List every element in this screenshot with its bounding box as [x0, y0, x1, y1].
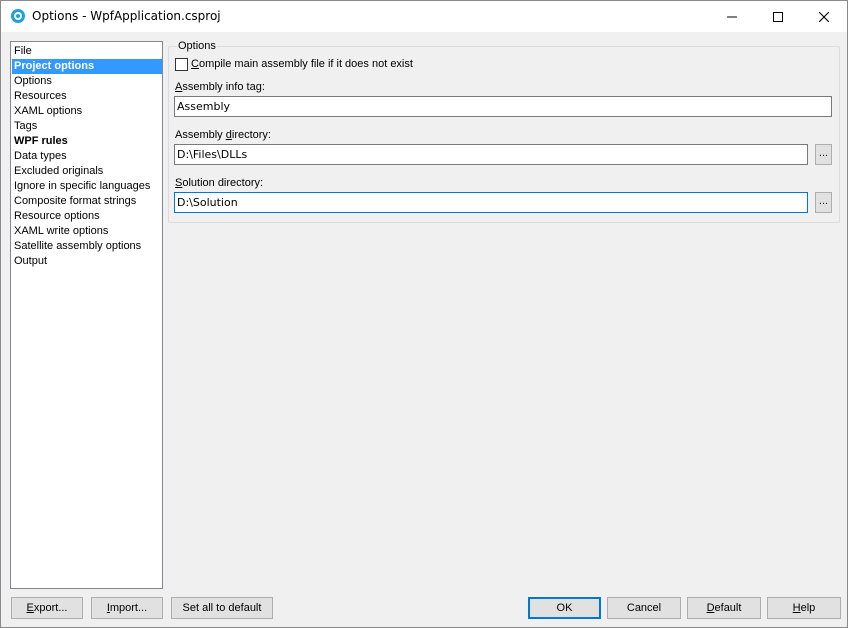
tree-item-ignore-languages[interactable]: Ignore in specific languages [12, 179, 162, 194]
solution-directory-label: Solution directory: [175, 177, 264, 189]
compile-main-assembly-label[interactable]: Compile main assembly file if it does no… [191, 58, 413, 70]
tree-item-wpf-rules[interactable]: WPF rules [12, 134, 162, 149]
tree-item-resource-options[interactable]: Resource options [12, 209, 162, 224]
ok-button[interactable]: OK [528, 597, 601, 619]
close-button[interactable] [801, 1, 847, 32]
minimize-button[interactable] [709, 1, 755, 32]
tree-item-composite-format[interactable]: Composite format strings [12, 194, 162, 209]
close-icon [819, 11, 829, 22]
tree-item-satellite-assembly[interactable]: Satellite assembly options [12, 239, 162, 254]
cancel-button[interactable]: Cancel [607, 597, 681, 619]
tree-item-output[interactable]: Output [12, 254, 162, 269]
tree-item-excluded-originals[interactable]: Excluded originals [12, 164, 162, 179]
title-bar: Options - WpfApplication.csproj [1, 1, 847, 32]
compile-main-assembly-checkbox[interactable] [175, 58, 188, 71]
set-all-to-default-button[interactable]: Set all to default [171, 597, 273, 619]
tree-item-data-types[interactable]: Data types [12, 149, 162, 164]
default-button[interactable]: Default [687, 597, 761, 619]
options-group-title: Options [177, 40, 217, 52]
options-dialog: Options - WpfApplication.csproj File Pro… [0, 0, 848, 628]
assembly-directory-label: Assembly directory: [175, 129, 271, 141]
assembly-info-label: Assembly info tag: [175, 81, 265, 93]
import-button[interactable]: Import... [91, 597, 163, 619]
maximize-icon [773, 11, 783, 22]
tree-item-project-options[interactable]: Project options [12, 59, 162, 74]
app-icon [11, 9, 25, 23]
tree-item-options[interactable]: Options [12, 74, 162, 89]
tree-item-file[interactable]: File [12, 44, 162, 59]
tree-item-xaml-options[interactable]: XAML options [12, 104, 162, 119]
assembly-directory-input[interactable]: D:\Files\DLLs [174, 144, 808, 165]
assembly-directory-browse-button[interactable]: ... [815, 144, 832, 165]
tree-item-resources[interactable]: Resources [12, 89, 162, 104]
minimize-icon [727, 16, 737, 17]
tree-item-tags[interactable]: Tags [12, 119, 162, 134]
assembly-info-input[interactable]: Assembly [174, 96, 832, 117]
export-button[interactable]: Export... [11, 597, 83, 619]
window-title: Options - WpfApplication.csproj [32, 9, 221, 23]
maximize-button[interactable] [755, 1, 801, 32]
options-tree[interactable]: File Project options Options Resources X… [10, 41, 163, 589]
solution-directory-input[interactable]: D:\Solution [174, 192, 808, 213]
tree-item-xaml-write-options[interactable]: XAML write options [12, 224, 162, 239]
solution-directory-browse-button[interactable]: ... [815, 192, 832, 213]
help-button[interactable]: Help [767, 597, 841, 619]
